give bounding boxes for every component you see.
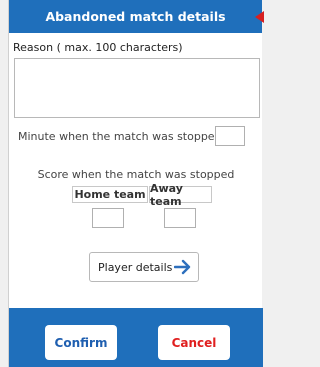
away-score-input[interactable]	[164, 208, 196, 228]
home-score-input[interactable]	[92, 208, 124, 228]
reason-label: Reason ( max. 100 characters)	[13, 41, 183, 54]
home-team-header: Home team	[72, 186, 148, 203]
dialog-title: Abandoned match details	[45, 9, 226, 24]
minute-label: Minute when the match was stopped	[18, 130, 222, 143]
player-details-button[interactable]: Player details	[89, 252, 199, 282]
cancel-button[interactable]: Cancel	[158, 325, 230, 360]
score-label: Score when the match was stopped	[37, 168, 235, 181]
close-arrow-icon[interactable]	[255, 11, 264, 23]
abandoned-match-dialog: Abandoned match details Reason ( max. 10…	[8, 0, 264, 367]
confirm-button[interactable]: Confirm	[45, 325, 117, 360]
away-team-header: Away team	[149, 182, 212, 208]
dialog-footer: Confirm Cancel	[9, 308, 263, 367]
reason-textarea[interactable]	[14, 58, 260, 118]
minute-input[interactable]	[215, 126, 245, 146]
player-details-label: Player details	[98, 260, 173, 274]
dialog-header: Abandoned match details	[9, 0, 264, 33]
arrow-right-icon	[174, 259, 191, 275]
